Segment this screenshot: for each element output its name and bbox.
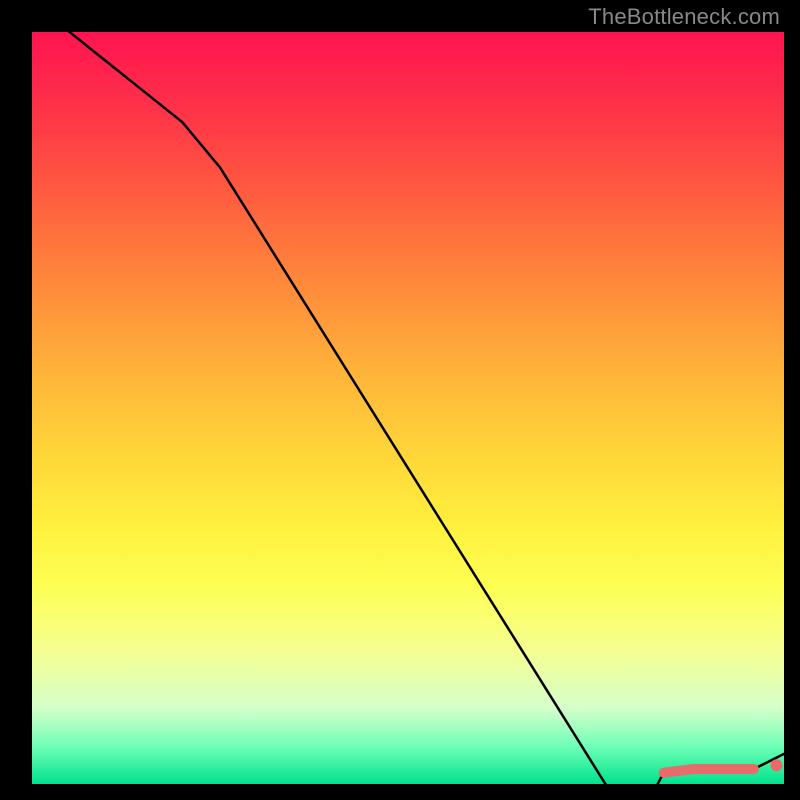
plot-area <box>32 32 784 784</box>
chart-svg <box>32 32 784 784</box>
watermark-text: TheBottleneck.com <box>588 4 780 30</box>
optimal-range-marker <box>664 769 754 773</box>
bottleneck-curve <box>32 2 784 800</box>
optimal-end-dot <box>771 759 783 771</box>
chart-container: TheBottleneck.com <box>0 0 800 800</box>
